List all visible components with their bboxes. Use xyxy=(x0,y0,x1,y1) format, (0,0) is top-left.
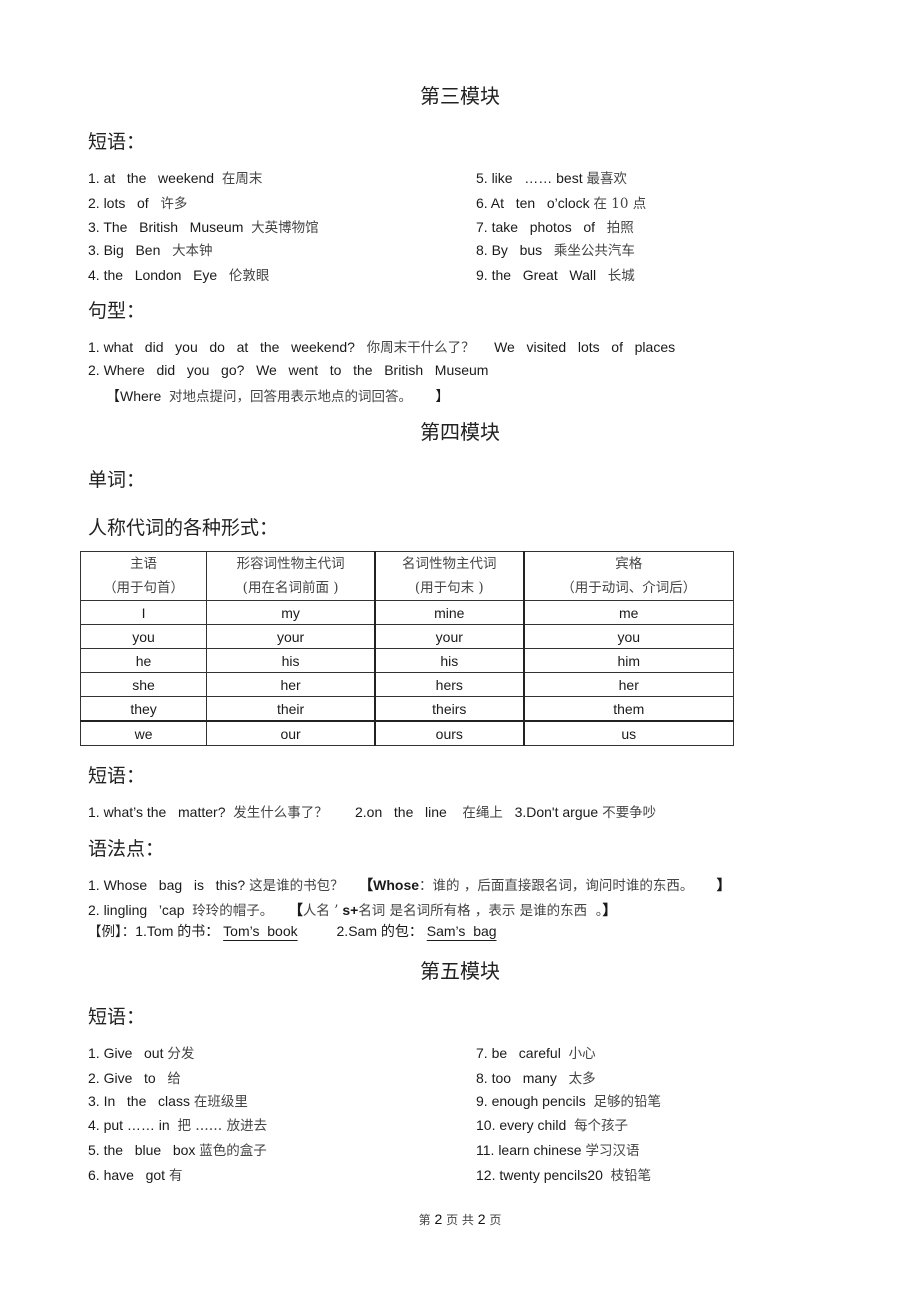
grammar-example: 【例】：1.Tom 的书： Tom’s book 2.Sam 的包： Sam’s… xyxy=(88,923,497,940)
module4-pronouns-heading: 人称代词的各种形式： xyxy=(88,517,279,539)
phrase-item: 6. At ten o’clock 在 10 点 xyxy=(476,195,647,212)
table-cell: me xyxy=(523,600,734,625)
module3-phrases-heading: 短语： xyxy=(88,131,146,153)
phrase-item: 12. twenty pencils20 枝铅笔 xyxy=(476,1167,652,1184)
table-row: he his his him xyxy=(79,648,734,673)
grammar-item: 1. Whose bag is this? 这是谁的书包？ 【Whose：谁的 … xyxy=(88,877,731,894)
phrase-item: 3. In the class 在班级里 xyxy=(88,1093,248,1110)
phrase-item: 6. have got 有 xyxy=(88,1167,183,1184)
table-cell: his xyxy=(374,648,525,673)
table-cell: ours xyxy=(374,720,525,746)
phrase-item: 8. By bus 乘坐公共汽车 xyxy=(476,242,635,259)
phrase-item: 4. the London Eye 伦敦眼 xyxy=(88,267,270,284)
phrase-item: 9. enough pencils 足够的铅笔 xyxy=(476,1093,662,1110)
table-cell: your xyxy=(374,624,525,649)
example-answer: Tom’s book xyxy=(223,923,298,939)
table-row: you your your you xyxy=(79,624,734,649)
table-cell: we xyxy=(79,720,208,746)
grammar-item: 2. lingling ’cap 玲玲的帽子。 【人名 ’ s+名词 是名词所有… xyxy=(88,902,617,919)
phrase-item: 2. Give to 给 xyxy=(88,1070,181,1087)
current-page-number: 2 xyxy=(434,1211,443,1227)
phrase-item: 9. the Great Wall 长城 xyxy=(476,267,635,284)
module4-words-heading: 单词： xyxy=(88,469,146,491)
phrase-item: 7. take photos of 拍照 xyxy=(476,219,634,236)
table-row: they their theirs them xyxy=(79,696,734,722)
table-cell: their xyxy=(206,696,377,722)
table-header-row: 主语 （用于句首） 形容词性物主代词 (用在名词前面 ) 名词性物主代词 (用于句末 … xyxy=(79,551,734,601)
table-cell: I xyxy=(79,600,208,625)
module4-phrases-heading: 短语： xyxy=(88,765,146,787)
table-cell: them xyxy=(523,696,734,722)
phrase-item: 7. be careful 小心 xyxy=(476,1045,596,1062)
table-cell: your xyxy=(206,624,377,649)
table-cell: her xyxy=(523,672,734,697)
sentence-item: 1. what did you do at the weekend? 你周末干什… xyxy=(88,339,676,356)
table-cell: her xyxy=(206,672,377,697)
phrase-item: 5. the blue box 蓝色的盒子 xyxy=(88,1142,267,1159)
module3-sentences-heading: 句型： xyxy=(88,300,146,322)
table-cell: you xyxy=(523,624,734,649)
module4-title: 第四模块 xyxy=(420,420,500,444)
table-row: we our ours us xyxy=(79,720,734,746)
phrase-item: 5. like …… best 最喜欢 xyxy=(476,170,627,187)
table-cell: they xyxy=(79,696,208,722)
page-footer: 第 2 页 共 2 页 xyxy=(418,1211,502,1227)
table-cell: him xyxy=(523,648,734,673)
table-cell: he xyxy=(79,648,208,673)
example-answer: Sam’s bag xyxy=(426,923,497,939)
module3-title: 第三模块 xyxy=(420,84,500,108)
phrase-item: 1. Give out 分发 xyxy=(88,1045,195,1062)
table-row: I my mine me xyxy=(79,600,734,625)
phrase-item: 1. at the weekend 在周末 xyxy=(88,170,263,187)
phrase-item: 3. The British Museum 大英博物馆 xyxy=(88,219,319,236)
sentence-note: 【Where 对地点提问，回答用表示地点的词回答。 】 xyxy=(106,388,450,405)
phrase-item: 8. too many 太多 xyxy=(476,1070,596,1087)
table-header-cell: 主语 （用于句首） xyxy=(79,551,208,601)
phrase-item: 4. put …… in 把 …… 放进去 xyxy=(88,1117,268,1134)
phrase-item: 10. every child 每个孩子 xyxy=(476,1117,629,1134)
table-cell: mine xyxy=(374,600,525,625)
module5-phrases-heading: 短语： xyxy=(88,1006,146,1028)
table-header-cell: 形容词性物主代词 (用在名词前面 ) xyxy=(206,551,377,601)
table-cell: his xyxy=(206,648,377,673)
sentence-item: 2. Where did you go? We went to the Brit… xyxy=(88,362,489,378)
pronoun-table: 主语 （用于句首） 形容词性物主代词 (用在名词前面 ) 名词性物主代词 (用于句末 … xyxy=(79,551,734,746)
phrase-item: 3. Big Ben 大本钟 xyxy=(88,242,213,259)
table-header-cell: 宾格 （用于动词、介词后） xyxy=(523,551,734,601)
table-cell: us xyxy=(523,720,734,746)
table-cell: she xyxy=(79,672,208,697)
module4-grammar-heading: 语法点： xyxy=(88,838,165,860)
table-cell: our xyxy=(206,720,377,746)
table-cell: hers xyxy=(374,672,525,697)
table-cell: you xyxy=(79,624,208,649)
module4-phrases-line: 1. what’s the matter? 发生什么事了？ 2.on the l… xyxy=(88,804,657,821)
table-row: she her hers her xyxy=(79,672,734,697)
module5-title: 第五模块 xyxy=(420,959,500,983)
phrase-item: 11. learn chinese 学习汉语 xyxy=(476,1142,640,1159)
total-pages-number: 2 xyxy=(477,1211,486,1227)
table-cell: my xyxy=(206,600,377,625)
table-header-cell: 名词性物主代词 (用于句末 ) xyxy=(374,551,525,601)
table-cell: theirs xyxy=(374,696,525,722)
phrase-item: 2. lots of 许多 xyxy=(88,195,188,212)
